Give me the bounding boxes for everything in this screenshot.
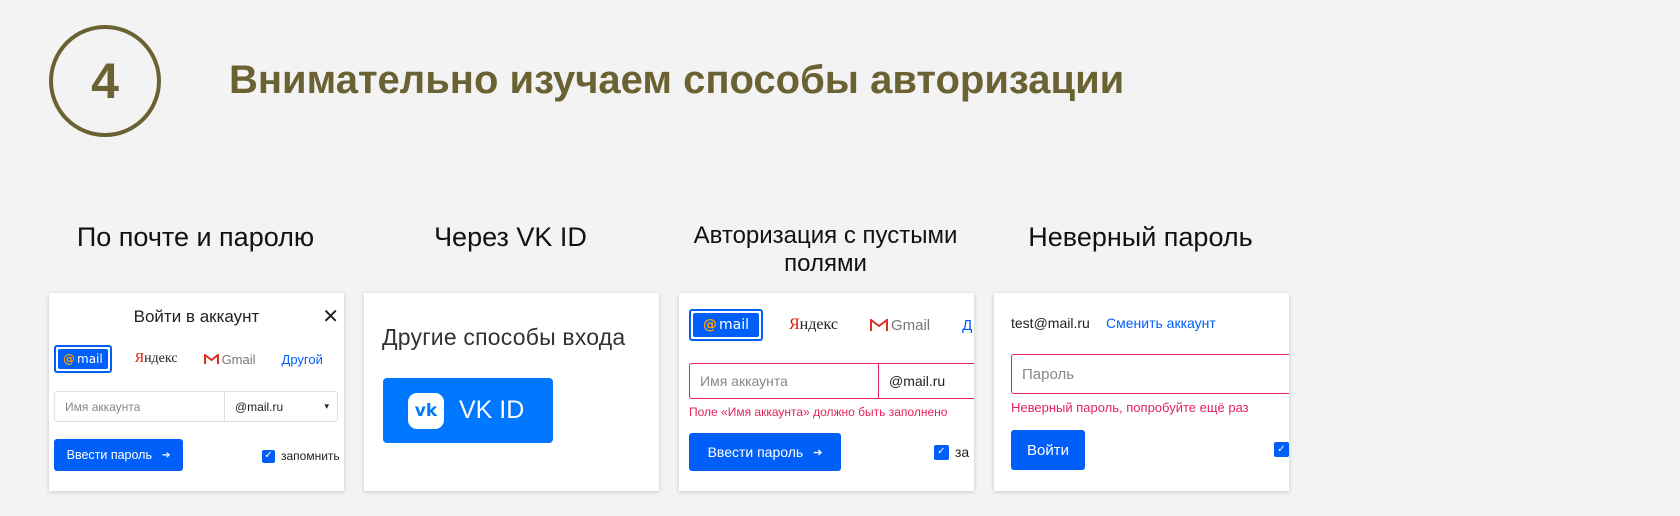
gmail-icon [869,318,888,331]
mail-at-icon: @ [703,317,717,333]
gmail-icon [203,353,219,364]
arrow-right-icon: ➔ [813,446,823,459]
vk-id-button[interactable]: vk VK ID [383,378,553,443]
enter-password-label: Ввести пароль [66,448,152,462]
remember-checkbox[interactable]: ✓ за [934,444,969,460]
account-field[interactable]: Имя аккаунта @mail.ru ▾ [54,391,338,422]
login-button-label: Войти [1027,441,1069,459]
vk-card: Другие способы входа vk VK ID [364,293,659,491]
checkbox-checked-icon: ✓ [262,449,275,463]
provider-mail-label: mail [719,317,749,333]
provider-other[interactable]: Другой [282,352,323,367]
other-methods-title: Другие способы входа [382,324,626,350]
yandex-logo-letter: Я [134,351,145,366]
checkbox-checked-icon: ✓ [934,444,949,460]
account-placeholder: Имя аккаунта [65,399,141,414]
caption-email-password: По почте и паролю [76,222,315,252]
checkbox-checked-icon: ✓ [1274,442,1289,457]
change-account-link[interactable]: Сменить аккаунт [1106,315,1216,331]
provider-yandex[interactable]: Яндекс [135,351,178,367]
enter-password-button[interactable]: Ввести пароль ➔ [689,433,841,471]
login-title: Войти в аккаунт [133,307,260,326]
caption-wrong-password: Неверный пароль [1028,222,1253,252]
login-card: Войти в аккаунт ✕ @ mail Яндекс Gmail Дру… [49,293,344,491]
provider-mail[interactable]: @ mail [689,309,763,341]
provider-other[interactable]: Д [962,317,972,334]
provider-yandex-label: ндекс [799,316,838,333]
provider-mail[interactable]: @ mail [54,345,112,373]
remember-label: за [955,444,970,460]
remember-checkbox[interactable]: ✓ [1274,442,1289,457]
domain-select[interactable]: @mail.ru ▾ [224,392,337,421]
empty-fields-card: @ mail Яндекс Gmail Д Имя аккаунта @mail.… [679,293,974,491]
close-icon[interactable]: ✕ [322,304,339,329]
provider-yandex-label: ндекс [144,351,178,366]
arrow-right-icon: ➔ [162,449,171,461]
provider-yandex[interactable]: Яндекс [789,316,838,334]
account-email: test@mail.ru [1011,315,1090,331]
yandex-logo-letter: Я [789,316,800,333]
mail-at-icon: @ [63,352,75,366]
caption-vk-id: Через VK ID [434,222,587,252]
account-placeholder: Имя аккаунта [700,373,788,389]
account-error-text: Поле «Имя аккаунта» должно быть заполнен… [689,405,948,419]
password-error-text: Неверный пароль, попробуйте ещё раз [1011,400,1249,415]
login-button[interactable]: Войти [1011,430,1085,470]
provider-gmail[interactable]: Gmail [203,351,256,367]
password-placeholder: Пароль [1022,365,1075,383]
domain-select[interactable]: @mail.ru [878,364,974,398]
chevron-down-icon: ▾ [324,401,329,411]
vk-id-label: VK ID [459,396,525,424]
provider-gmail-label: Gmail [221,351,256,367]
step-number-badge: 4 [49,25,161,137]
provider-tabs: @ mail Яндекс Gmail Д [689,309,972,341]
provider-gmail-label: Gmail [890,316,931,334]
domain-value: @mail.ru [235,399,284,414]
enter-password-label: Ввести пароль [707,444,804,460]
provider-tabs: @ mail Яндекс Gmail Другой [54,345,323,373]
caption-empty-fields: Авторизация с пустыми полями [693,222,958,277]
password-field[interactable]: Пароль [1011,354,1289,394]
provider-gmail[interactable]: Gmail [869,316,931,334]
step-number: 4 [91,53,119,109]
domain-value: @mail.ru [889,373,946,389]
vk-logo-icon: vk [408,392,444,429]
account-field[interactable]: Имя аккаунта @mail.ru [689,363,974,399]
wrong-password-card: test@mail.ru Сменить аккаунт Пароль Неве… [994,293,1289,491]
remember-checkbox[interactable]: ✓ запомнить [262,449,340,463]
remember-label: запомнить [281,449,340,463]
provider-mail-label: mail [77,352,103,366]
slide-title: Внимательно изучаем способы авторизации [229,58,1125,102]
enter-password-button[interactable]: Ввести пароль ➔ [54,439,183,471]
